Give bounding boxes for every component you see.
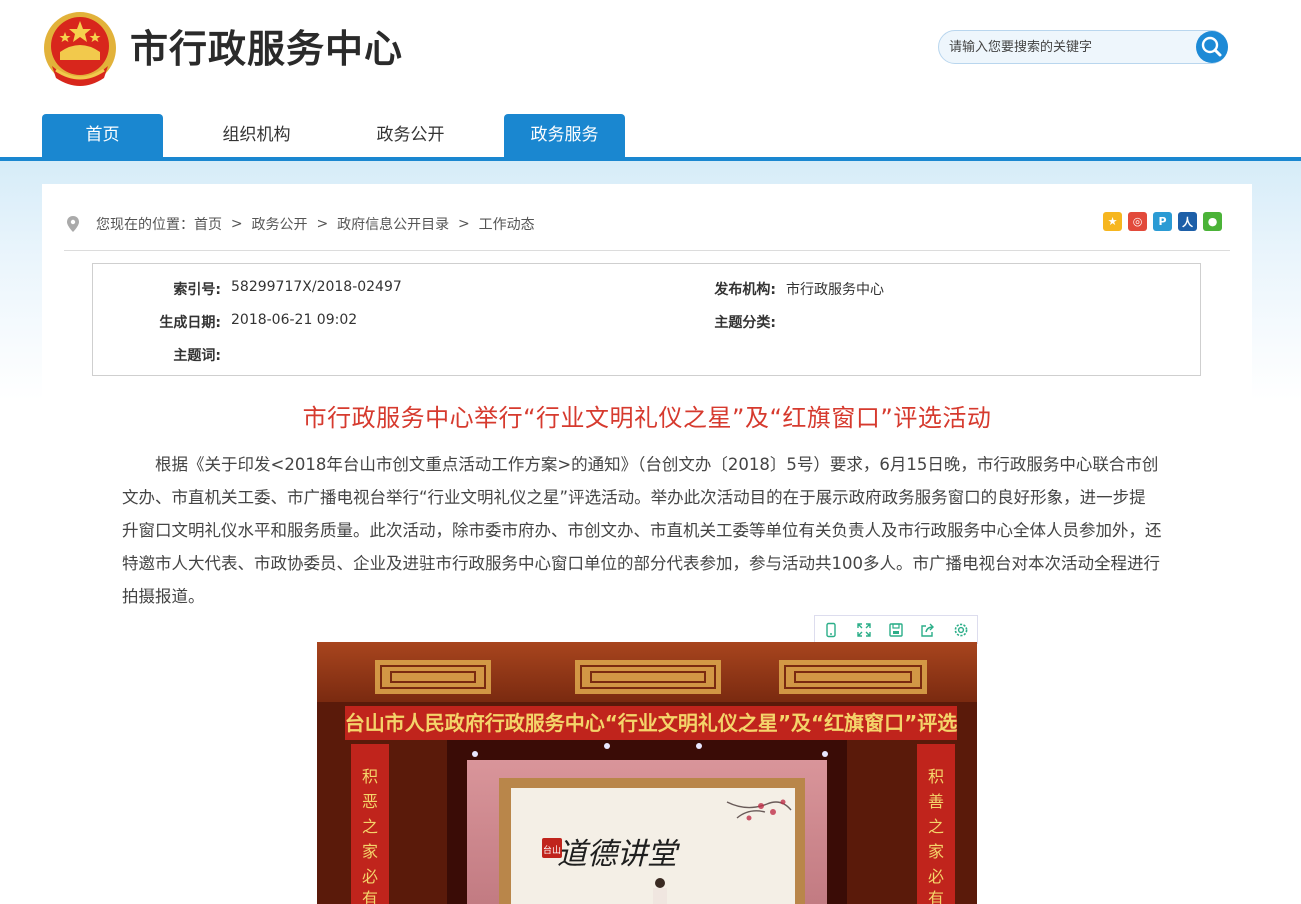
settings-icon bbox=[954, 623, 968, 636]
fullscreen-button[interactable] bbox=[847, 616, 879, 643]
nav-item-home[interactable]: 首页 bbox=[42, 114, 163, 157]
breadcrumb-item-government-affairs[interactable]: 政务公开 bbox=[252, 214, 308, 234]
share-bar: ★ ◎ P 人 ● bbox=[1103, 212, 1222, 231]
meta-publisher-label: 发布机构: bbox=[714, 282, 776, 298]
tencent-weibo-icon[interactable]: P bbox=[1153, 212, 1172, 231]
location-pin-icon bbox=[67, 216, 79, 232]
meta-date-label: 生成日期: bbox=[159, 315, 221, 331]
search-box bbox=[938, 30, 1228, 64]
nav-item-government-affairs[interactable]: 政务公开 bbox=[350, 114, 471, 157]
settings-button[interactable] bbox=[945, 616, 977, 643]
qzone-icon[interactable]: ★ bbox=[1103, 212, 1122, 231]
site-title: 市行政服务中心 bbox=[130, 27, 404, 71]
breadcrumb-separator bbox=[222, 216, 231, 232]
image-toolbar bbox=[814, 615, 978, 644]
divider bbox=[64, 250, 1230, 251]
save-button[interactable] bbox=[880, 616, 912, 643]
document-meta-table: 索引号: 58299717X/2018-02497 发布机构: 市行政服务中心 … bbox=[92, 263, 1201, 376]
breadcrumb-separator: > bbox=[458, 216, 470, 232]
breadcrumb-item-info-catalog[interactable]: 政府信息公开目录 bbox=[337, 214, 449, 234]
search-input[interactable] bbox=[949, 31, 1189, 63]
article-title: 市行政服务中心举行“行业文明礼仪之星”及“红旗窗口”评选活动 bbox=[302, 404, 992, 432]
wechat-icon[interactable]: ● bbox=[1203, 212, 1222, 231]
breadcrumb-prefix: 您现在的位置： bbox=[96, 217, 194, 233]
meta-index-value: 58299717X/2018-02497 bbox=[231, 279, 402, 295]
mobile-view-button[interactable] bbox=[815, 616, 847, 643]
meta-category-label: 主题分类: bbox=[714, 315, 776, 331]
breadcrumb: 您现在的位置： 首页 > 政务公开 > 政府信息公开目录 > 工作动态 bbox=[66, 214, 535, 234]
national-emblem-icon bbox=[44, 12, 116, 86]
photo-board-title: 道德讲堂 bbox=[557, 837, 681, 872]
save-icon bbox=[889, 622, 903, 637]
search-button[interactable] bbox=[1196, 31, 1228, 63]
meta-keywords-label: 主题词: bbox=[173, 348, 221, 364]
breadcrumb-item-work-news[interactable]: 工作动态 bbox=[479, 214, 535, 234]
search-icon bbox=[1201, 36, 1222, 57]
event-photo-image: 台山市人民政府行政服务中心“行业文明礼仪之星”及“红旗窗口”评选 台山 道德讲堂… bbox=[317, 642, 977, 904]
breadcrumb-separator: > bbox=[316, 216, 329, 232]
article-photo: 台山市人民政府行政服务中心“行业文明礼仪之星”及“红旗窗口”评选 台山 道德讲堂… bbox=[317, 642, 977, 904]
breadcrumb-separator: > bbox=[230, 216, 243, 232]
weibo-icon[interactable]: ◎ bbox=[1128, 212, 1147, 231]
content-panel: 您现在的位置： 首页 > 政务公开 > 政府信息公开目录 > 工作动态 ★ ◎ … bbox=[42, 184, 1252, 904]
meta-date-row: 生成日期: 2018-06-21 09:02 bbox=[93, 312, 357, 332]
breadcrumb-item-home[interactable]: 首页 bbox=[194, 214, 222, 234]
share-button[interactable] bbox=[912, 616, 944, 643]
main-nav: 首页 组织机构 政务公开 政务服务 bbox=[0, 112, 1301, 162]
meta-index-row: 索引号: 58299717X/2018-02497 bbox=[93, 279, 402, 299]
photo-banner-text: 台山市人民政府行政服务中心“行业文明礼仪之星”及“红旗窗口”评选 bbox=[345, 711, 958, 735]
article-body: 根据《关于印发<2018年台山市创文重点活动工作方案>的通知》（台创文办〔201… bbox=[122, 448, 1162, 613]
meta-keywords-row: 主题词: bbox=[93, 345, 231, 365]
nav-item-organization[interactable]: 组织机构 bbox=[196, 114, 317, 157]
meta-publisher-value: 市行政服务中心 bbox=[786, 282, 884, 298]
nav-item-government-services[interactable]: 政务服务 bbox=[504, 114, 625, 157]
share-icon bbox=[921, 623, 935, 637]
meta-index-label: 索引号: bbox=[173, 282, 221, 298]
meta-publisher-row: 发布机构: 市行政服务中心 bbox=[648, 279, 884, 299]
meta-category-row: 主题分类: bbox=[648, 312, 786, 332]
meta-date-value: 2018-06-21 09:02 bbox=[231, 312, 358, 328]
mobile-view-icon bbox=[826, 622, 836, 637]
fullscreen-icon bbox=[856, 622, 871, 637]
renren-icon[interactable]: 人 bbox=[1178, 212, 1197, 231]
site-header: 市行政服务中心 bbox=[0, 0, 1301, 112]
article-paragraph: 根据《关于印发<2018年台山市创文重点活动工作方案>的通知》（台创文办〔201… bbox=[122, 455, 1162, 606]
